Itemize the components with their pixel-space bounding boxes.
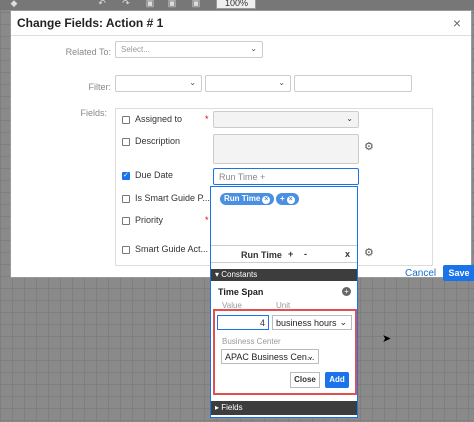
minus-button[interactable]: - — [304, 249, 307, 259]
save-button[interactable]: Save — [443, 265, 474, 281]
redo-icon[interactable]: ↷ — [120, 0, 132, 8]
related-to-label: Related To: — [65, 47, 111, 57]
cancel-button[interactable]: Cancel — [405, 268, 436, 279]
add-circle-icon[interactable]: + — [342, 287, 351, 296]
gear-icon[interactable]: ⚙ — [364, 246, 374, 259]
business-center-label: Business Center — [222, 337, 281, 346]
filter-label: Filter: — [88, 82, 112, 92]
related-to-placeholder: Select... — [121, 45, 150, 54]
value-input[interactable]: 4 — [217, 315, 269, 330]
remove-chip-icon[interactable]: × — [286, 196, 295, 204]
unit-value: business hours — [276, 318, 337, 328]
description-textarea[interactable] — [213, 134, 359, 164]
export-icon[interactable]: ▣ — [166, 0, 178, 8]
required-marker: * — [205, 215, 209, 225]
business-center-select[interactable]: APAC Business Cen... ⌄ — [221, 349, 319, 364]
run-time-chip-area: Run Time × + × — [211, 187, 357, 243]
run-time-chip[interactable]: Run Time × — [220, 193, 275, 205]
dialog-header: Change Fields: Action # 1 × — [11, 11, 471, 36]
is-smart-guide-checkbox[interactable] — [122, 195, 130, 203]
undo-icon[interactable]: ↶ — [96, 0, 108, 8]
close-icon[interactable]: × — [453, 15, 461, 31]
priority-label: Priority — [135, 215, 164, 225]
filter-field-select[interactable]: ⌄ — [115, 75, 202, 92]
clear-button[interactable]: x — [345, 249, 350, 259]
fields-section-header[interactable]: ▸ Fields — [211, 401, 357, 415]
chevron-down-icon: ⌄ — [189, 78, 196, 87]
run-time-toolbar: Run Time + - x — [211, 245, 357, 263]
time-span-title: Time Span — [218, 287, 264, 297]
required-marker: * — [205, 114, 209, 124]
smart-guide-action-label: Smart Guide Act... — [135, 244, 209, 254]
close-button[interactable]: Close — [290, 372, 320, 388]
fields-label: Fields: — [80, 108, 107, 118]
chevron-down-icon: ⌄ — [250, 44, 257, 53]
chevron-down-icon: ⌄ — [278, 78, 285, 87]
smart-guide-action-checkbox[interactable] — [122, 246, 130, 254]
save-icon[interactable]: ▣ — [144, 0, 156, 8]
chip-label: + — [280, 194, 285, 203]
chevron-down-icon: ⌄ — [346, 114, 353, 123]
chevron-down-icon: ⌄ — [306, 351, 314, 361]
unit-select[interactable]: business hours ⌄ — [272, 315, 352, 330]
settings-icon[interactable]: ▣ — [190, 0, 202, 8]
remove-chip-icon[interactable]: × — [262, 196, 271, 204]
description-checkbox[interactable] — [122, 138, 130, 146]
gear-icon[interactable]: ⚙ — [364, 140, 374, 153]
assigned-to-select[interactable]: ⌄ — [213, 111, 359, 128]
constants-header[interactable]: ▾ Constants — [211, 269, 357, 281]
description-label: Description — [135, 136, 181, 146]
priority-checkbox[interactable] — [122, 217, 130, 225]
add-button[interactable]: Add — [325, 372, 349, 388]
due-date-label: Due Date — [135, 170, 174, 180]
due-date-checkbox[interactable] — [122, 171, 130, 180]
run-time-button[interactable]: Run Time — [241, 250, 282, 260]
due-date-input[interactable]: Run Time + — [213, 168, 359, 185]
filter-operator-select[interactable]: ⌄ — [205, 75, 291, 92]
related-to-select[interactable]: Select... ⌄ — [115, 41, 263, 58]
plus-button[interactable]: + — [288, 249, 293, 259]
assigned-to-checkbox[interactable] — [122, 116, 130, 124]
dialog-title: Change Fields: Action # 1 — [17, 16, 164, 30]
chip-label: Run Time — [224, 194, 261, 203]
fields-header-label: Fields — [221, 403, 243, 412]
constants-header-label: Constants — [221, 270, 258, 279]
filter-value-input[interactable] — [294, 75, 412, 92]
assigned-to-label: Assigned to — [135, 114, 183, 124]
zoom-select[interactable]: 100% — [216, 0, 256, 9]
plus-chip[interactable]: + × — [276, 193, 299, 205]
chevron-down-icon: ⌄ — [339, 317, 347, 327]
business-center-value: APAC Business Cen... — [225, 352, 315, 362]
comment-icon[interactable]: ◆ — [8, 0, 20, 8]
is-smart-guide-label: Is Smart Guide P... — [135, 193, 210, 203]
top-toolbar: ◆ ↶ ↷ ▣ ▣ ▣ 100% — [0, 0, 474, 10]
mouse-cursor-icon: ➤ — [382, 333, 392, 345]
